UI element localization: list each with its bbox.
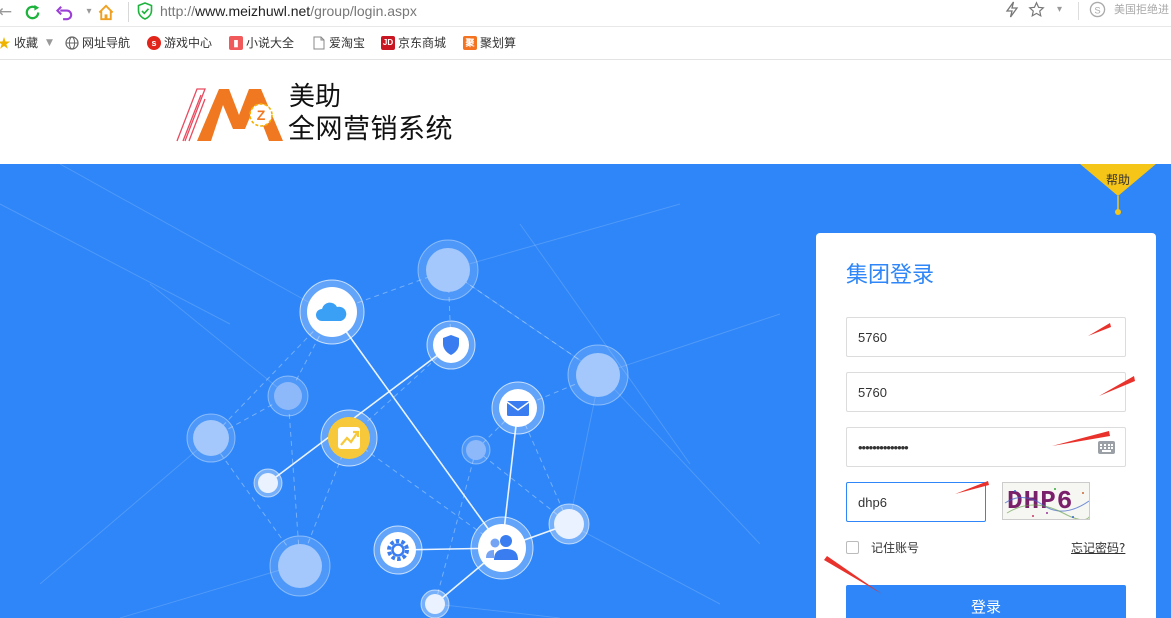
secure-shield-icon [137,2,153,20]
bookmark-nav[interactable]: 网址导航 [65,36,130,50]
back-icon[interactable]: ← [0,1,16,23]
mail-icon [491,381,545,435]
svg-text:Z: Z [257,107,266,123]
url-path: /group/login.aspx [310,3,417,19]
captcha-input[interactable] [847,483,985,521]
bookmarks-bar: ★ 收藏 ▼ 网址导航 s 游戏中心 ▮ 小说大全 爱淘宝 JD 京东商城 聚 … [0,28,1171,60]
users-icon [470,516,534,580]
remember-label[interactable]: 记住账号 [871,540,919,556]
bookmark-label: 爱淘宝 [329,36,366,50]
page-icon [312,36,326,50]
trend-chart-icon [320,409,378,467]
help-label[interactable]: 帮助 [1080,172,1156,188]
address-bar[interactable]: http://www.meizhuwl.net/group/login.aspx [160,2,417,20]
undo-icon[interactable] [54,1,76,23]
chevron-down-icon: ▼ [46,38,53,48]
bookmark-jd[interactable]: JD 京东商城 [381,36,446,50]
captcha-image[interactable]: DHP6 [1002,482,1090,520]
bookmark-favorites[interactable]: ★ 收藏 ▼ [0,36,53,50]
url-prefix: http:// [160,3,196,19]
globe-icon [65,36,79,50]
username-field[interactable] [846,372,1126,412]
juhuasuan-icon: 聚 [463,36,477,50]
brand-title: 美助 [289,82,342,112]
login-title: 集团登录 [846,263,935,288]
bookmark-games[interactable]: s 游戏中心 [147,36,212,50]
bookmark-label: 京东商城 [398,36,447,50]
bookmark-aitaobao[interactable]: 爱淘宝 [312,36,365,50]
bookmark-label: 小说大全 [246,36,295,50]
network-illustration [0,164,781,618]
bookmark-juhuasuan[interactable]: 聚 聚划算 [463,36,516,50]
star-icon: ★ [0,35,11,51]
group-id-input[interactable] [847,318,1125,356]
login-button[interactable]: 登录 [846,585,1126,618]
cloud-icon [299,279,365,345]
news-ticker[interactable]: 美国拒绝进 [1114,3,1169,17]
password-field[interactable] [846,427,1126,467]
bookmark-label: 聚划算 [480,36,517,50]
bookmark-label: 网址导航 [82,36,131,50]
url-host: www.meizhuwl.net [195,3,311,19]
jd-icon: JD [381,36,395,50]
username-input[interactable] [847,373,1125,411]
toolbar-separator-right [1078,2,1079,20]
book-icon: ▮ [229,36,243,50]
group-id-field[interactable] [846,317,1126,357]
bookmark-novels[interactable]: ▮ 小说大全 [229,36,294,50]
site-header: Z 美助 全网营销系统 [0,61,1171,164]
meizhu-logo: Z [176,88,283,142]
sogou-icon[interactable]: S [1089,1,1106,22]
star-bookmark-icon[interactable] [1028,1,1045,22]
login-hero: 帮助 集团登录 DHP6 [0,164,1171,618]
game-icon: s [147,36,161,50]
browser-toolbar: ← ▾ http://www.meizhuwl.net/group/login.… [0,0,1171,27]
login-panel: 集团登录 DHP6 [816,233,1156,618]
refresh-icon[interactable] [21,1,43,23]
lightning-icon[interactable] [1005,1,1019,22]
captcha-noise [1004,488,1089,519]
captcha-field[interactable] [846,482,986,522]
bookmark-label: 游戏中心 [164,36,213,50]
toolbar-separator [128,2,129,22]
brand-subtitle: 全网营销系统 [288,114,453,145]
forgot-password-link[interactable]: 忘记密码? [1071,540,1125,556]
password-input[interactable] [847,428,1125,466]
home-icon[interactable] [95,1,117,23]
remember-checkbox[interactable] [846,541,859,554]
gear-icon [373,525,423,575]
more-dropdown-icon[interactable]: ▾ [1057,1,1062,19]
bookmark-label: 收藏 [14,36,39,50]
svg-text:S: S [1094,5,1100,16]
keyboard-icon[interactable] [1098,441,1115,454]
shield-icon [426,320,476,370]
